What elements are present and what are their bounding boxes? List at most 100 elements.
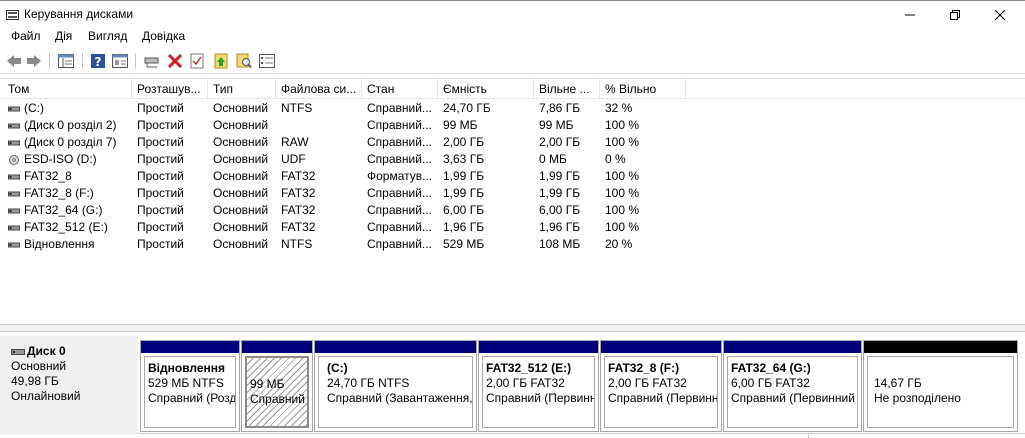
column-type[interactable]: Тип bbox=[208, 79, 276, 99]
volume-name-cell: Відновлення bbox=[8, 237, 132, 253]
volume-type-cell: Основний bbox=[213, 237, 269, 251]
partition-details: FAT32_64 (G:) 6,00 ГБ FAT32 Справний (Пе… bbox=[727, 356, 858, 428]
search-button[interactable] bbox=[234, 51, 254, 71]
volume-percent-free-cell: 100 % bbox=[605, 203, 640, 217]
table-row[interactable]: (C:) Простий Основний NTFS Справний... 24,70 … bbox=[0, 100, 1025, 117]
volume-status-cell: Справний... bbox=[367, 186, 432, 200]
volume-free-space-cell: 1,99 ГБ bbox=[539, 169, 581, 183]
table-row[interactable]: FAT32_8 (F:) Простий Основний FAT32 Справний… bbox=[0, 185, 1025, 202]
volume-layout-cell: Простий bbox=[137, 186, 184, 200]
menu-view[interactable]: Вигляд bbox=[88, 29, 127, 43]
volume-name-cell: FAT32_64 (G:) bbox=[8, 203, 132, 219]
partition-status: Справний bbox=[250, 392, 305, 406]
menu-action[interactable]: Дія bbox=[55, 29, 72, 43]
partition-status: Справний (Завантаження, С bbox=[327, 391, 473, 405]
partition-efi[interactable]: 99 МБ Справний bbox=[241, 340, 313, 432]
volume-percent-free-cell: 20 % bbox=[605, 237, 633, 251]
column-free-space[interactable]: Вільне ... bbox=[534, 79, 600, 99]
table-row[interactable]: FAT32_512 (E:) Простий Основний FAT32 Справн… bbox=[0, 219, 1025, 236]
table-row[interactable]: (Диск 0 розділ 7) Простий Основний RAW Справ… bbox=[0, 134, 1025, 151]
volume-name: FAT32_512 (E:) bbox=[24, 220, 108, 234]
volume-capacity-cell: 24,70 ГБ bbox=[443, 101, 491, 115]
help-button[interactable]: ? bbox=[88, 51, 108, 71]
partition-recovery[interactable]: Відновлення 529 МБ NTFS Справний (Розділ bbox=[140, 340, 240, 432]
volume-name: (Диск 0 розділ 2) bbox=[24, 118, 117, 132]
disk-name: Диск 0 bbox=[27, 344, 66, 358]
table-row[interactable]: FAT32_8 Простий Основний FAT32 Форматув... 1,… bbox=[0, 168, 1025, 185]
list-view-button[interactable] bbox=[257, 51, 277, 71]
check-button[interactable] bbox=[187, 51, 207, 71]
volume-filesystem-cell: FAT32 bbox=[281, 203, 316, 217]
toolbar-separator bbox=[135, 53, 136, 69]
close-button[interactable] bbox=[977, 1, 1023, 29]
column-percent-free[interactable]: % Вільно bbox=[600, 79, 686, 99]
volume-capacity-cell: 2,00 ГБ bbox=[443, 135, 485, 149]
column-capacity[interactable]: Ємність bbox=[438, 79, 534, 99]
column-layout[interactable]: Розташув... bbox=[132, 79, 208, 99]
connect-drive-button[interactable] bbox=[142, 51, 162, 71]
delete-icon bbox=[168, 54, 182, 68]
table-row[interactable]: ESD-ISO (D:) Простий Основний UDF Справний..… bbox=[0, 151, 1025, 168]
volume-filesystem-cell: FAT32 bbox=[281, 220, 316, 234]
volume-layout-cell: Простий bbox=[137, 118, 184, 132]
partition-name: FAT32_512 (E:) bbox=[486, 361, 572, 375]
volume-name-cell: FAT32_512 (E:) bbox=[8, 220, 132, 236]
table-row[interactable]: (Диск 0 розділ 2) Простий Основний Справний… bbox=[0, 117, 1025, 134]
column-filesystem[interactable]: Файлова си... bbox=[276, 79, 362, 99]
volume-filesystem-cell: UDF bbox=[281, 152, 306, 166]
volume-icon bbox=[8, 191, 20, 197]
volume-free-space-cell: 99 МБ bbox=[539, 118, 574, 132]
menu-help[interactable]: Довідка bbox=[142, 29, 185, 43]
properties-button[interactable] bbox=[110, 51, 130, 71]
console-tree-button[interactable] bbox=[56, 51, 76, 71]
check-icon bbox=[190, 53, 204, 69]
volume-capacity-cell: 1,96 ГБ bbox=[443, 220, 485, 234]
back-button[interactable] bbox=[4, 51, 24, 71]
volume-free-space-cell: 1,99 ГБ bbox=[539, 186, 581, 200]
maximize-button[interactable] bbox=[932, 1, 978, 29]
volume-list: Том Розташув... Тип Файлова си... Стан Є… bbox=[0, 78, 1025, 324]
volume-filesystem-cell: FAT32 bbox=[281, 169, 316, 183]
partition-unallocated[interactable]: 14,67 ГБ Не розподілено bbox=[863, 340, 1018, 432]
toolbar: ? bbox=[0, 48, 1025, 74]
disk-0-info[interactable]: Диск 0 Основний 49,98 ГБ Онлайновий bbox=[0, 336, 138, 435]
partition-e[interactable]: FAT32_512 (E:) 2,00 ГБ FAT32 Справний (П… bbox=[478, 340, 599, 432]
column-status[interactable]: Стан bbox=[362, 79, 438, 99]
properties-icon bbox=[112, 54, 128, 68]
partition-details: FAT32_512 (E:) 2,00 ГБ FAT32 Справний (П… bbox=[482, 356, 595, 428]
partition-name: FAT32_64 (G:) bbox=[731, 361, 811, 375]
connect-drive-icon bbox=[144, 57, 159, 68]
volume-filesystem-cell: RAW bbox=[281, 135, 309, 149]
disk-status: Онлайновий bbox=[11, 389, 81, 403]
import-button[interactable] bbox=[211, 51, 231, 71]
pane-splitter[interactable] bbox=[0, 324, 1025, 332]
partition-name: (C:) bbox=[327, 361, 348, 375]
toolbar-separator bbox=[82, 53, 83, 69]
minimize-button[interactable] bbox=[887, 1, 933, 29]
volume-name: Відновлення bbox=[24, 237, 95, 251]
menu-file[interactable]: Файл bbox=[11, 29, 41, 43]
delete-button[interactable] bbox=[165, 51, 185, 71]
table-row[interactable]: Відновлення Простий Основний NTFS Справний..… bbox=[0, 236, 1025, 253]
partition-details: 14,67 ГБ Не розподілено bbox=[867, 356, 1014, 428]
partition-c[interactable]: (C:) 24,70 ГБ NTFS Справний (Завантаженн… bbox=[314, 340, 477, 432]
partition-details: (C:) 24,70 ГБ NTFS Справний (Завантаженн… bbox=[318, 356, 473, 428]
table-row[interactable]: FAT32_64 (G:) Простий Основний FAT32 Справни… bbox=[0, 202, 1025, 219]
volume-percent-free-cell: 0 % bbox=[605, 152, 626, 166]
column-volume[interactable]: Том bbox=[0, 79, 132, 99]
partition-status: Справний (Розділ bbox=[148, 391, 236, 405]
forward-icon bbox=[27, 55, 41, 67]
volume-free-space-cell: 108 МБ bbox=[539, 237, 581, 251]
volume-name: ESD-ISO (D:) bbox=[24, 152, 97, 166]
partition-size: 529 МБ NTFS bbox=[148, 376, 224, 390]
svg-text:?: ? bbox=[95, 55, 102, 69]
partition-band bbox=[315, 341, 476, 353]
partition-f[interactable]: FAT32_8 (F:) 2,00 ГБ FAT32 Справний (Пер… bbox=[600, 340, 722, 432]
volume-capacity-cell: 6,00 ГБ bbox=[443, 203, 485, 217]
volume-type-cell: Основний bbox=[213, 101, 269, 115]
partition-g[interactable]: FAT32_64 (G:) 6,00 ГБ FAT32 Справний (Пе… bbox=[723, 340, 862, 432]
forward-button[interactable] bbox=[24, 51, 44, 71]
volume-icon bbox=[8, 225, 20, 231]
volume-icon bbox=[8, 140, 20, 146]
volume-percent-free-cell: 100 % bbox=[605, 135, 640, 149]
